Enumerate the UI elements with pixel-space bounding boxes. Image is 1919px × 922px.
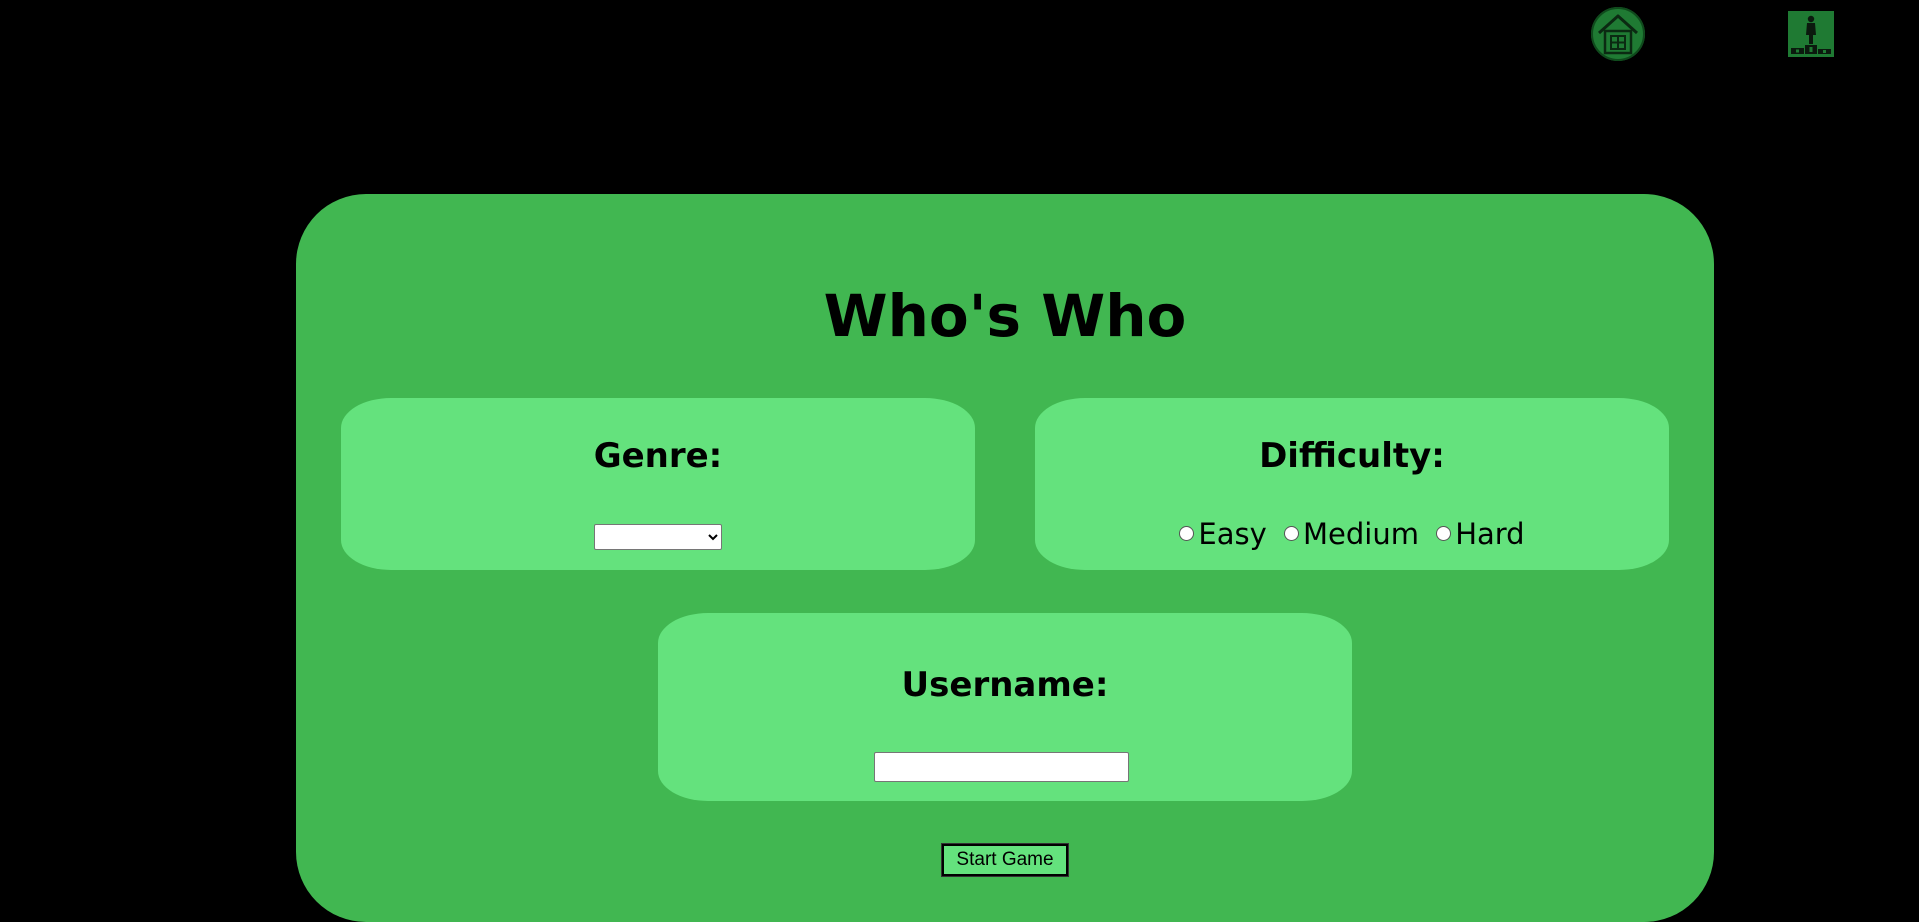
radio-easy[interactable] (1179, 526, 1195, 541)
difficulty-radio-group: Easy Medium Hard (1035, 514, 1669, 551)
difficulty-option-easy[interactable]: Easy (1175, 517, 1270, 551)
home-button[interactable] (1591, 7, 1645, 61)
username-input[interactable] (874, 752, 1129, 782)
difficulty-easy-label: Easy (1198, 516, 1267, 551)
difficulty-panel: Difficulty: Easy Medium Hard (1035, 398, 1669, 570)
genre-heading: Genre: (593, 436, 723, 476)
genre-panel: Genre: (341, 398, 975, 570)
difficulty-heading: Difficulty: (1259, 436, 1445, 476)
difficulty-option-medium[interactable]: Medium (1280, 517, 1423, 551)
difficulty-option-hard[interactable]: Hard (1432, 517, 1528, 551)
leaderboard-podium-icon (1788, 11, 1834, 57)
game-setup-card: Who's Who Genre: Difficulty: Easy Medium… (296, 194, 1714, 922)
leaderboard-button[interactable] (1788, 11, 1834, 57)
difficulty-hard-label: Hard (1455, 516, 1525, 551)
radio-medium[interactable] (1284, 526, 1299, 541)
start-game-button[interactable]: Start Game (941, 843, 1069, 877)
radio-hard[interactable] (1436, 526, 1452, 541)
genre-select[interactable] (594, 524, 722, 550)
page-title: Who's Who (823, 282, 1187, 350)
home-icon (1591, 7, 1645, 61)
difficulty-medium-label: Medium (1303, 516, 1419, 551)
username-panel: Username: (658, 613, 1352, 801)
username-heading: Username: (901, 665, 1109, 705)
